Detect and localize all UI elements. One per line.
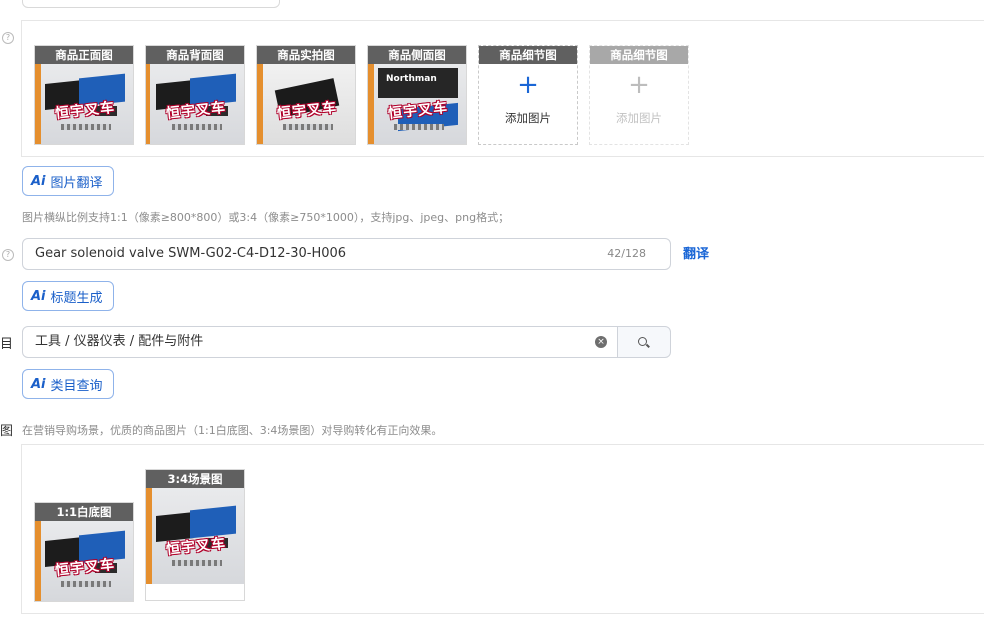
title-input[interactable]: Gear solenoid valve SWM-G02-C4-D12-30-H0… xyxy=(22,238,671,270)
title-value: Gear solenoid valve SWM-G02-C4-D12-30-H0… xyxy=(35,246,347,261)
product-photo: 恒宇叉车 xyxy=(146,64,244,144)
product-photo: 恒宇叉车 xyxy=(35,521,133,601)
image-caption: 3:4场景图 xyxy=(146,470,244,488)
marketing-hint-text: 在营销导购场景，优质的商品图片（1:1白底图、3:4场景图）对导购转化有正向效果… xyxy=(22,424,443,437)
image-slot-back[interactable]: 商品背面图 恒宇叉车 xyxy=(145,45,245,145)
plus-icon: + xyxy=(517,70,539,100)
add-image-label: 添加图片 xyxy=(505,111,551,125)
plus-icon: + xyxy=(628,70,650,100)
marketing-image-square[interactable]: 1:1白底图 恒宇叉车 xyxy=(34,502,134,602)
product-photo: Northman 恒宇叉车 xyxy=(368,64,466,144)
image-slot-side[interactable]: 商品侧面图 Northman 恒宇叉车 xyxy=(367,45,467,145)
previous-field-input[interactable] xyxy=(22,0,280,8)
add-detail-image-button-disabled: 商品细节图 + 添加图片 xyxy=(589,45,689,145)
marketing-image-scene[interactable]: 3:4场景图 恒宇叉车 xyxy=(145,469,245,601)
brand-text: Northman xyxy=(386,74,437,84)
image-translate-button[interactable]: Ai 图片翻译 xyxy=(22,166,114,196)
category-search-button[interactable] xyxy=(617,326,671,358)
image-slot-front[interactable]: 商品正面图 恒宇叉车 xyxy=(34,45,134,145)
title-generate-button[interactable]: Ai 标题生成 xyxy=(22,281,114,311)
button-label: 类目查询 xyxy=(50,378,103,394)
image-caption: 1:1白底图 xyxy=(35,503,133,521)
button-label: 图片翻译 xyxy=(50,175,103,191)
clear-icon[interactable]: × xyxy=(595,336,607,348)
category-input[interactable]: 工具 / 仪器仪表 / 配件与附件 × xyxy=(22,326,618,358)
ai-icon: Ai xyxy=(31,376,46,392)
watermark-text: 恒宇叉车 xyxy=(276,99,338,123)
ai-icon: Ai xyxy=(31,288,46,304)
help-icon[interactable]: ? xyxy=(2,32,14,44)
image-caption: 商品实拍图 xyxy=(257,46,355,64)
category-label-fragment: 目 xyxy=(0,337,14,352)
add-image-label: 添加图片 xyxy=(616,111,662,125)
product-photo: 恒宇叉车 xyxy=(257,64,355,144)
category-query-button[interactable]: Ai 类目查询 xyxy=(22,369,114,399)
image-caption: 商品正面图 xyxy=(35,46,133,64)
product-photo: 恒宇叉车 xyxy=(146,488,244,584)
product-photo: 恒宇叉车 xyxy=(35,64,133,144)
add-detail-image-button[interactable]: 商品细节图 + 添加图片 xyxy=(478,45,578,145)
button-label: 标题生成 xyxy=(50,290,103,306)
char-count: 42/128 xyxy=(607,247,646,260)
help-icon[interactable]: ? xyxy=(2,249,14,261)
image-caption: 商品背面图 xyxy=(146,46,244,64)
image-slot-real[interactable]: 商品实拍图 恒宇叉车 xyxy=(256,45,356,145)
image-hint-text: 图片横纵比例支持1:1（像素≥800*800）或3:4（像素≥750*1000）… xyxy=(22,211,510,224)
translate-link[interactable]: 翻译 xyxy=(683,243,709,262)
ai-icon: Ai xyxy=(31,173,46,189)
search-icon xyxy=(638,337,647,346)
marketing-label-fragment: 图 xyxy=(0,424,14,439)
image-caption: 商品细节图 xyxy=(590,46,688,64)
category-value: 工具 / 仪器仪表 / 配件与附件 xyxy=(35,334,204,349)
image-caption: 商品细节图 xyxy=(479,46,577,64)
image-caption: 商品侧面图 xyxy=(368,46,466,64)
